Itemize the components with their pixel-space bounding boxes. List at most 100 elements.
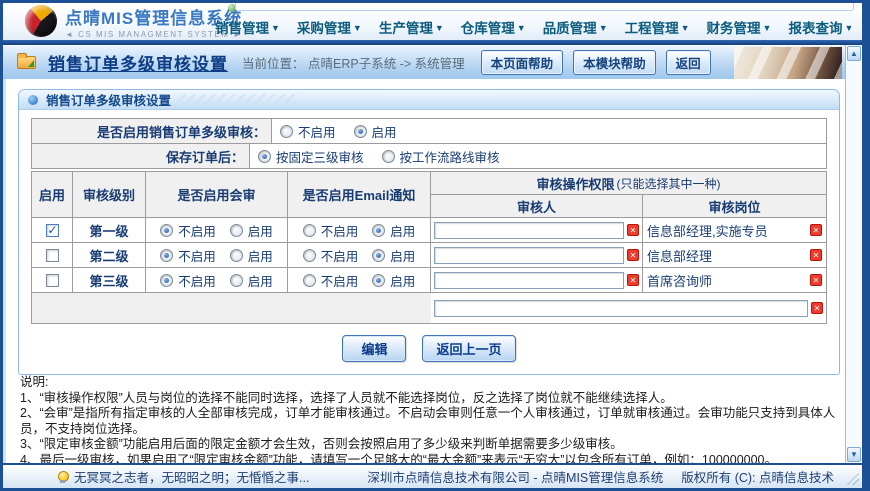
row2-enable-checkbox[interactable] (46, 249, 59, 262)
header-level: 审核级别 (73, 172, 146, 218)
chevron-down-icon: ▼ (599, 23, 608, 33)
row3-joint-no-radio[interactable] (160, 274, 173, 287)
row2-joint-cell: 不启用 启用 (146, 243, 288, 268)
module-help-button[interactable]: 本模块帮助 (573, 50, 656, 75)
menu-item-production[interactable]: 生产管理▼ (379, 17, 444, 37)
row1-email-yes-radio[interactable] (372, 224, 385, 237)
row2-email-yes-radio[interactable] (372, 249, 385, 262)
row3-joint-yes-radio[interactable] (230, 274, 243, 287)
menu-item-engineering[interactable]: 工程管理▼ (625, 17, 690, 37)
header-position: 审核岗位 (643, 195, 826, 218)
enable-audit-options: 不启用 启用 (272, 119, 826, 143)
menu-item-sales[interactable]: 销售管理▼ (215, 17, 280, 37)
row3-email-no-radio[interactable] (303, 274, 316, 287)
monitor-input[interactable] (434, 300, 808, 317)
edit-button[interactable]: 编辑 (342, 335, 406, 362)
row1-joint-yes-radio[interactable] (230, 224, 243, 237)
scroll-down-icon[interactable]: ▼ (847, 447, 861, 462)
radio-label: 启用 (372, 122, 397, 141)
row2-enable-cell (32, 243, 73, 268)
row3-enable-checkbox[interactable] (46, 274, 59, 287)
clear-icon[interactable]: ✕ (810, 224, 822, 236)
back-page-button[interactable]: 返回上一页 (422, 335, 515, 362)
row3-position-value: 首席咨询师 (647, 271, 806, 290)
radio-workflow-route[interactable] (382, 150, 395, 163)
row1-auditor-input[interactable] (434, 222, 624, 239)
save-mode-label: 保存订单后： (32, 144, 250, 168)
notes-title: 说明: (20, 375, 838, 391)
row3-position-cell: 首席咨询师 ✕ (643, 268, 826, 293)
menu-item-finance[interactable]: 财务管理▼ (707, 17, 772, 37)
chevron-down-icon: ▼ (681, 23, 690, 33)
radio-label: 不启用 (178, 246, 216, 265)
row2-email-cell: 不启用 启用 (288, 243, 431, 268)
radio-label: 按固定三级审核 (276, 147, 364, 166)
clear-icon[interactable]: ✕ (811, 302, 823, 314)
row3-email-yes-radio[interactable] (372, 274, 385, 287)
option-enable: 启用 (354, 122, 397, 141)
clear-icon[interactable]: ✕ (810, 249, 822, 261)
row1-email-no-radio[interactable] (303, 224, 316, 237)
monitor-cell: ✕ (431, 293, 826, 323)
breadcrumb-path: 点晴ERP子系统 -> 系统管理 (308, 57, 465, 71)
row1-position-cell: 信息部经理,实施专员 ✕ (643, 218, 826, 243)
row2-joint-yes-radio[interactable] (230, 249, 243, 262)
menu-item-warehouse[interactable]: 仓库管理▼ (461, 17, 526, 37)
save-mode-options: 按固定三级审核 按工作流路线审核 (250, 144, 826, 168)
option-disable: 不启用 (280, 122, 336, 141)
radio-fixed-three-level[interactable] (258, 150, 271, 163)
action-buttons: 编辑 返回上一页 (31, 335, 827, 362)
header-permission: 审核操作权限 (只能选择其中一种) (431, 172, 826, 195)
enable-audit-label: 是否启用销售订单多级审核： (32, 119, 272, 143)
breadcrumb: 当前位置： 点晴ERP子系统 -> 系统管理 (242, 53, 465, 72)
radio-label: 启用 (390, 221, 415, 240)
row1-position-value: 信息部经理,实施专员 (647, 221, 806, 240)
note-item-3: 3、“限定审核金额”功能启用后面的限定金额才会生效，否则会按照启用了多少级来判断… (20, 437, 838, 453)
vertical-scrollbar[interactable]: ▲ ▼ (845, 45, 862, 463)
row1-enable-checkbox[interactable] (46, 224, 59, 237)
radio-enable-yes[interactable] (354, 125, 367, 138)
row2-joint-no-radio[interactable] (160, 249, 173, 262)
row3-enable-cell (32, 268, 73, 293)
top-bar: 点晴MIS管理信息系统 ◄ CS MIS MANAGMENT SYSTEM ► … (3, 3, 862, 40)
bullet-icon (28, 95, 38, 105)
row3-joint-cell: 不启用 启用 (146, 268, 288, 293)
resize-grip[interactable] (845, 471, 859, 485)
clear-icon[interactable]: ✕ (627, 224, 639, 236)
row3-email-cell: 不启用 启用 (288, 268, 431, 293)
note-item-2: 2、“会审”是指所有指定审核的人全部审核完成，订单才能审核通过。不启动会审则任意… (20, 406, 838, 437)
notes-section: 说明: 1、“审核操作权限”人员与岗位的选择不能同时选择，选择了人员就不能选择岗… (20, 375, 838, 468)
row3-auditor-input[interactable] (434, 272, 624, 289)
radio-enable-no[interactable] (280, 125, 293, 138)
radio-label: 启用 (390, 271, 415, 290)
row2-auditor-input[interactable] (434, 247, 624, 264)
radio-label: 启用 (248, 246, 273, 265)
row2-email-no-radio[interactable] (303, 249, 316, 262)
row1-enable-cell (32, 218, 73, 243)
clear-icon[interactable]: ✕ (627, 274, 639, 286)
page-title-bar: 销售订单多级审核设置 当前位置： 点晴ERP子系统 -> 系统管理 本页面帮助 … (3, 45, 862, 79)
row2-auditor-cell: ✕ (431, 243, 643, 268)
notice-box (235, 0, 854, 11)
radio-label: 按工作流路线审核 (400, 147, 500, 166)
clear-icon[interactable]: ✕ (810, 274, 822, 286)
row3-auditor-cell: ✕ (431, 268, 643, 293)
clear-icon[interactable]: ✕ (627, 249, 639, 261)
status-quote: 无冥冥之志者，无昭昭之明；无惛惛之事... (74, 467, 309, 486)
menu-item-purchase[interactable]: 采购管理▼ (297, 17, 362, 37)
return-button[interactable]: 返回 (666, 50, 711, 75)
row1-joint-no-radio[interactable] (160, 224, 173, 237)
audit-levels-table: 启用 审核级别 是否启用会审 是否启用Email通知 审核操作权限 (只能选择其… (31, 171, 827, 324)
menu-item-reports[interactable]: 报表查询▼ (788, 17, 853, 37)
menu-item-quality[interactable]: 品质管理▼ (543, 17, 608, 37)
page-title: 销售订单多级审核设置 (48, 50, 228, 75)
page-help-button[interactable]: 本页面帮助 (481, 50, 564, 75)
panel-title: 销售订单多级审核设置 (46, 90, 171, 109)
radio-label: 启用 (390, 246, 415, 265)
handshake-photo (734, 47, 842, 79)
chevron-down-icon: ▼ (763, 23, 772, 33)
panel-body: 是否启用销售订单多级审核： 不启用 启用 保存订单后： (19, 110, 839, 374)
status-company: 深圳市点晴信息技术有限公司 - 点晴MIS管理信息系统 (367, 467, 663, 486)
scroll-up-icon[interactable]: ▲ (847, 46, 861, 61)
save-mode-row: 保存订单后： 按固定三级审核 按工作流路线审核 (31, 143, 827, 169)
